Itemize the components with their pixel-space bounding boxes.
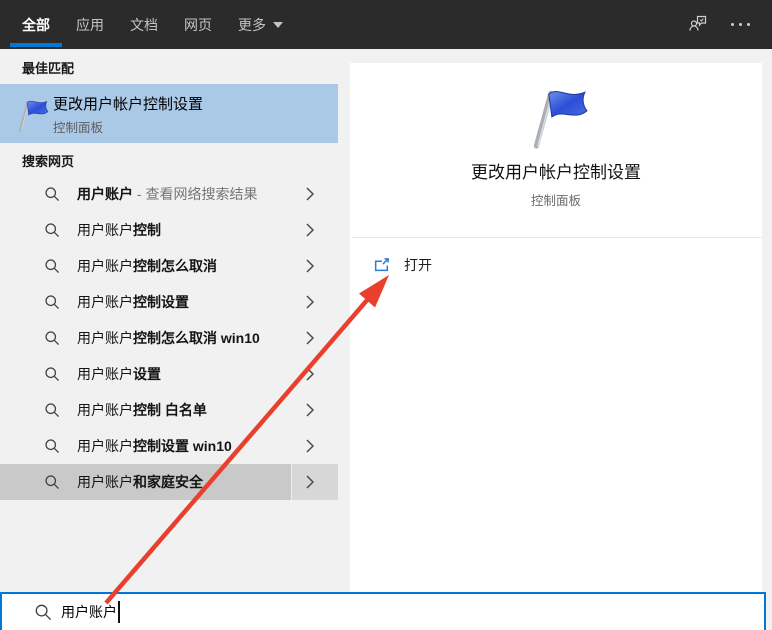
search-icon [44,438,60,454]
divider [352,237,762,238]
chevron-down-icon [273,22,283,28]
ellipsis-icon[interactable] [731,23,750,26]
search-icon [44,258,60,274]
best-match-subtitle: 控制面板 [53,117,103,136]
chevron-right-icon[interactable] [306,367,314,381]
tab-3[interactable]: 网页 [184,0,212,49]
chevron-right-icon[interactable] [306,187,314,201]
preview-subtitle: 控制面板 [350,190,762,209]
chevron-right-icon[interactable] [306,403,314,417]
best-match-header: 最佳匹配 [22,58,74,77]
web-suggestion-row[interactable]: 用户账户和家庭安全 [0,464,338,500]
tab-label: 应用 [76,15,104,35]
search-input-value[interactable]: 用户账户 [61,602,117,622]
search-icon [44,402,60,418]
uac-flag-icon [13,96,49,139]
suggestion-text: 用户账户控制怎么取消 win10 [77,328,260,348]
search-icon [34,603,52,621]
chevron-right-icon[interactable] [306,331,314,345]
suggestion-text: 用户账户 - 查看网络搜索结果 [77,184,257,204]
suggestion-text: 用户账户控制 白名单 [77,400,207,420]
suggestion-text: 用户账户控制设置 win10 [77,436,232,456]
tab-label: 更多 [238,15,266,35]
web-suggestion-row[interactable]: 用户账户控制怎么取消 win10 [0,320,338,356]
tab-label: 全部 [22,15,50,35]
preview-title: 更改用户帐户控制设置 [350,158,762,183]
tab-label: 文档 [130,15,158,35]
web-search-header: 搜索网页 [22,151,74,170]
search-icon [44,366,60,382]
search-icon [44,294,60,310]
web-suggestion-row[interactable]: 用户账户设置 [0,356,338,392]
tab-0[interactable]: 全部 [22,0,50,49]
chevron-right-icon[interactable] [306,223,314,237]
open-action[interactable]: 打开 [350,249,762,281]
search-icon [44,186,60,202]
web-suggestions-list: 用户账户 - 查看网络搜索结果用户账户控制用户账户控制怎么取消用户账户控制设置用… [0,176,338,500]
filter-tabs: 全部 应用 文档 网页 更多 [0,0,309,49]
chevron-cell[interactable] [291,464,338,500]
search-icon [44,330,60,346]
chevron-right-icon[interactable] [306,295,314,309]
chevron-right-icon[interactable] [306,439,314,453]
open-label: 打开 [404,255,432,275]
tab-1[interactable]: 应用 [76,0,104,49]
search-icon [44,222,60,238]
search-topbar: 全部 应用 文档 网页 更多 [0,0,772,49]
web-suggestion-row[interactable]: 用户账户控制 白名单 [0,392,338,428]
suggestion-text: 用户账户控制设置 [77,292,189,312]
topbar-icons [687,11,772,38]
suggestion-text: 用户账户控制怎么取消 [77,256,217,276]
web-suggestion-row[interactable]: 用户账户控制设置 win10 [0,428,338,464]
text-cursor [118,601,120,623]
search-box[interactable]: 用户账户 [0,592,766,630]
chevron-right-icon[interactable] [306,475,314,489]
tab-2[interactable]: 文档 [130,0,158,49]
open-external-icon [373,257,390,273]
web-suggestion-row[interactable]: 用户账户控制 [0,212,338,248]
web-suggestion-row[interactable]: 用户账户控制怎么取消 [0,248,338,284]
best-match-result[interactable]: 更改用户帐户控制设置 控制面板 [0,84,338,143]
suggestion-text: 用户账户控制 [77,220,161,240]
web-suggestion-row[interactable]: 用户账户 - 查看网络搜索结果 [0,176,338,212]
suggestion-text: 用户账户设置 [77,364,161,384]
tab-label: 网页 [184,15,212,35]
search-icon [44,474,60,490]
suggestion-text: 用户账户和家庭安全 [77,472,203,492]
preview-panel: 更改用户帐户控制设置 控制面板 打开 [350,63,762,592]
best-match-title: 更改用户帐户控制设置 [53,93,203,114]
user-feedback-icon[interactable] [687,11,709,38]
tab-4[interactable]: 更多 [238,0,283,49]
web-suggestion-row[interactable]: 用户账户控制设置 [0,284,338,320]
uac-flag-icon [523,84,589,155]
chevron-right-icon[interactable] [306,259,314,273]
